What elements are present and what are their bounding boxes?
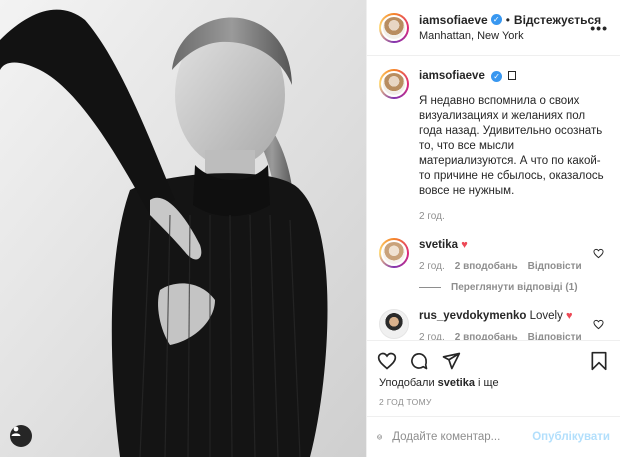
commenter-avatar[interactable] [379, 309, 409, 339]
comment-text: Lovely [529, 310, 563, 322]
replies-divider [419, 287, 441, 288]
commenter-avatar[interactable] [379, 238, 409, 268]
like-heart-icon[interactable] [377, 351, 397, 371]
verified-icon: ✓ [490, 14, 502, 25]
separator-dot: • [505, 12, 510, 27]
author-username[interactable]: iamsofiaeve [419, 12, 488, 28]
comment-input[interactable] [392, 431, 533, 443]
photo-illustration [0, 0, 366, 457]
reply-button[interactable]: Відповісти [528, 261, 582, 272]
caption-username[interactable]: iamsofiaeve [419, 70, 485, 82]
comment-likes[interactable]: 2 вподобань [455, 261, 518, 272]
likes-summary: Уподобали svetika і ще [379, 377, 499, 389]
comments-list[interactable]: iamsofiaeve ✓ Я недавно вспомнила о свои… [367, 57, 620, 340]
view-replies-label: Переглянути відповіді (1) [451, 282, 578, 293]
caption-time[interactable]: 2 год. [419, 211, 607, 222]
comment-username[interactable]: svetika [419, 239, 458, 251]
comment-likes[interactable]: 2 вподобань [455, 332, 518, 340]
verified-icon: ✓ [491, 71, 503, 82]
publish-button[interactable]: Опублікувати [532, 431, 610, 443]
comment-item: rus_yevdokymenko Lovely ♥ 2 год. 2 вподо… [379, 309, 608, 340]
share-direct-icon[interactable] [441, 351, 461, 371]
likes-more-link[interactable]: і ще [478, 377, 499, 389]
likes-user-link[interactable]: svetika [438, 377, 475, 389]
view-replies-button[interactable]: Переглянути відповіді (1) [419, 282, 608, 293]
tagged-users-button[interactable] [10, 425, 32, 447]
post-actions [367, 340, 620, 380]
post-timestamp[interactable]: 2 ГОД ТОМУ [379, 397, 432, 407]
heart-emoji: ♥ [461, 239, 468, 251]
post-caption: iamsofiaeve ✓ Я недавно вспомнила о свои… [379, 69, 608, 222]
caption-avatar[interactable] [379, 69, 409, 99]
comment-like-icon[interactable] [593, 319, 604, 330]
following-button[interactable]: Відстежується [514, 12, 601, 28]
author-avatar[interactable] [379, 12, 409, 43]
heart-emoji: ♥ [566, 310, 573, 322]
reply-button[interactable]: Відповісти [528, 332, 582, 340]
caption-text: Я недавно вспомнила о своих визуализация… [419, 95, 604, 197]
likes-prefix: Уподобали [379, 377, 435, 389]
comment-time[interactable]: 2 год. [419, 261, 445, 272]
comment-username[interactable]: rus_yevdokymenko [419, 310, 526, 322]
user-icon [11, 426, 21, 436]
comment-composer: Опублікувати [367, 416, 620, 457]
comment-like-icon[interactable] [593, 248, 604, 259]
bookmark-icon[interactable] [590, 351, 608, 371]
comment-time[interactable]: 2 год. [419, 332, 445, 340]
post-details-panel: iamsofiaeve ✓ • Відстежується Manhattan,… [366, 0, 620, 457]
emoji-icon[interactable] [377, 427, 382, 447]
more-options-icon[interactable]: ••• [590, 20, 608, 36]
square-icon [508, 71, 517, 80]
post-location[interactable]: Manhattan, New York [419, 28, 601, 44]
post-header: iamsofiaeve ✓ • Відстежується Manhattan,… [367, 0, 620, 56]
comment-bubble-icon[interactable] [409, 351, 429, 371]
post-photo[interactable] [0, 0, 366, 457]
comment-item: svetika ♥ 2 год. 2 вподобань Відповісти [379, 238, 608, 272]
